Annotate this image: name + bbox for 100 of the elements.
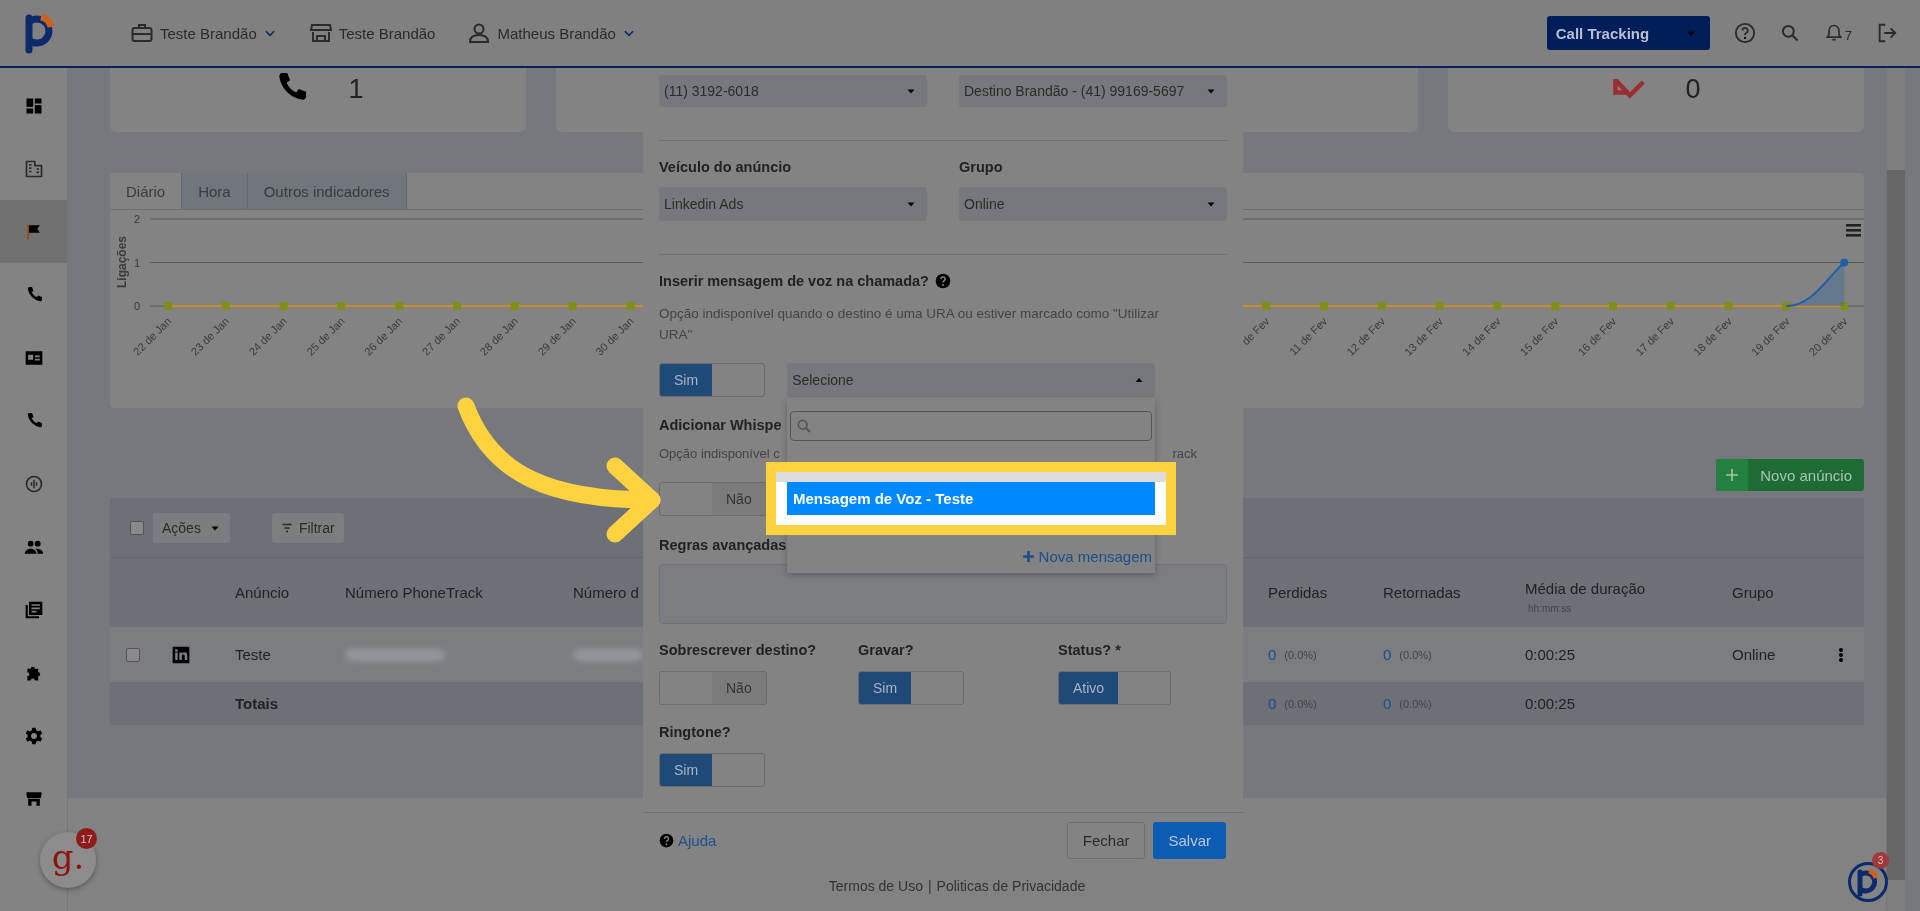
axis-label: 18 de Fev [1690,314,1734,358]
column-header: Média de duração [1525,579,1646,597]
select-field[interactable]: Linkedin Ads [659,187,927,221]
column-header: Número d [573,584,639,601]
data-point [453,302,461,310]
column-header: Anúncio [235,584,290,601]
data-point [1666,302,1675,310]
save-button[interactable]: Salvar [1153,822,1226,859]
column-header: Perdidas [1268,584,1328,601]
nav-menu-button[interactable]: Teste Brandão [308,21,436,45]
row-checkbox[interactable] [126,647,140,662]
redacted-number [573,648,643,661]
axis-label: 20 de Fev [1806,314,1850,358]
data-point [626,302,635,310]
new-message-link[interactable]: Nova mensagem [1021,548,1152,565]
axis-label: 22 de Jan [130,314,174,358]
footer-link[interactable]: Politicas de Privacidade [936,878,1086,911]
briefcase-icon [130,21,154,45]
sound-wave-icon [23,473,44,494]
count-link[interactable]: 0 [1268,646,1277,663]
help-link[interactable]: Ajuda [659,832,717,849]
book-icon [23,599,44,620]
kebab-menu-icon[interactable] [1838,646,1844,663]
help-icon [659,833,674,848]
linkedin-icon [171,644,191,665]
data-point [568,302,577,310]
data-point [1551,302,1560,310]
field-label: Status? * [1058,641,1121,660]
axis-label: 17 de Fev [1633,314,1677,358]
data-point [1782,302,1791,310]
tab[interactable]: Outros indicadores [247,173,407,209]
stat-value: 1 [348,74,364,105]
axis-label: 11 de Fev [1286,314,1330,358]
new-ad-button[interactable]: Novo anúncio [1716,459,1864,491]
filter-button[interactable]: Filtrar [271,512,344,543]
table-cell: Totais [235,695,279,712]
axis-label: 26 de Jan [361,314,405,358]
toggle-switch[interactable]: Sim [659,753,766,787]
footer-link[interactable]: Termos de Uso [828,878,923,911]
toggle-switch[interactable]: Não [659,482,767,516]
count-link[interactable]: 0 [1383,646,1392,663]
column-header: Retornadas [1383,584,1461,601]
data-point [1262,302,1271,310]
count-link[interactable]: 0 [1383,695,1392,712]
data-point [395,302,404,310]
axis-label: 16 de Fev [1575,314,1619,358]
axis-label: 2 [133,213,140,225]
data-point [510,302,519,310]
section-title: Adicionar Whispe [659,416,782,435]
dropdown-option[interactable]: Mensagem de Voz - Teste [787,482,1155,515]
description-text: Opção indisponível c [659,445,780,463]
select-all-checkbox[interactable] [130,520,144,535]
select-field[interactable]: Online [959,187,1227,221]
settings-icon [23,725,44,746]
data-point [1724,302,1733,310]
actions-button[interactable]: Ações [153,512,230,543]
product-select[interactable]: Call Tracking [1546,16,1710,50]
data-point [1320,302,1328,310]
axis-title: Ligações [115,236,129,288]
help-icon[interactable] [934,273,951,289]
axis-label: 12 de Fev [1344,314,1388,358]
data-point [1493,302,1502,310]
nav-menu-button[interactable]: Matheus Brandão [467,21,636,45]
search-field[interactable] [790,411,1152,441]
axis-label: 14 de Fev [1459,314,1503,358]
toggle-switch[interactable]: Não [659,671,767,705]
nav-menu-button[interactable]: Teste Brandão [130,21,277,45]
help-icon[interactable] [1733,22,1756,44]
tab[interactable]: Hora [182,173,248,209]
select-field[interactable]: (11) 3192-6018 [659,75,927,107]
axis-label: 23 de Jan [188,314,232,358]
select-field[interactable]: Destino Brandão - (41) 99169-5697 [959,75,1227,107]
table-cell: Online [1732,646,1776,663]
menu-icon[interactable] [1846,224,1861,237]
notifications-button[interactable]: 7 [1823,23,1852,43]
column-header: Número PhoneTrack [345,584,483,601]
toggle-switch[interactable]: Ativo [1058,671,1172,705]
axis-label: 1 [133,256,140,269]
field-label: Grupo [959,158,1004,177]
axis-label: 25 de Jan [304,314,347,358]
select-field[interactable]: Selecione [787,363,1156,397]
search-icon [796,418,812,434]
axis-label: 27 de Jan [419,314,463,358]
toggle-switch[interactable]: Sim [659,363,766,397]
close-button[interactable]: Fechar [1066,822,1146,859]
data-point [164,302,172,310]
data-point [337,302,346,310]
tab[interactable]: Diário [110,173,183,209]
field-label: Sobrescrever destino? [659,641,817,660]
percentage: (0.0%) [1399,648,1432,661]
search-icon[interactable] [1779,23,1800,43]
toggle-switch[interactable]: Sim [858,671,965,705]
plus-icon [1021,550,1035,563]
scrollbar[interactable] [1886,68,1905,911]
count-link[interactable]: 0 [1268,695,1277,712]
data-point [1840,302,1849,310]
data-point [221,302,230,310]
stat-value: 0 [1685,74,1701,105]
logout-icon[interactable] [1876,22,1898,44]
axis-label: de Fev [1239,314,1272,348]
